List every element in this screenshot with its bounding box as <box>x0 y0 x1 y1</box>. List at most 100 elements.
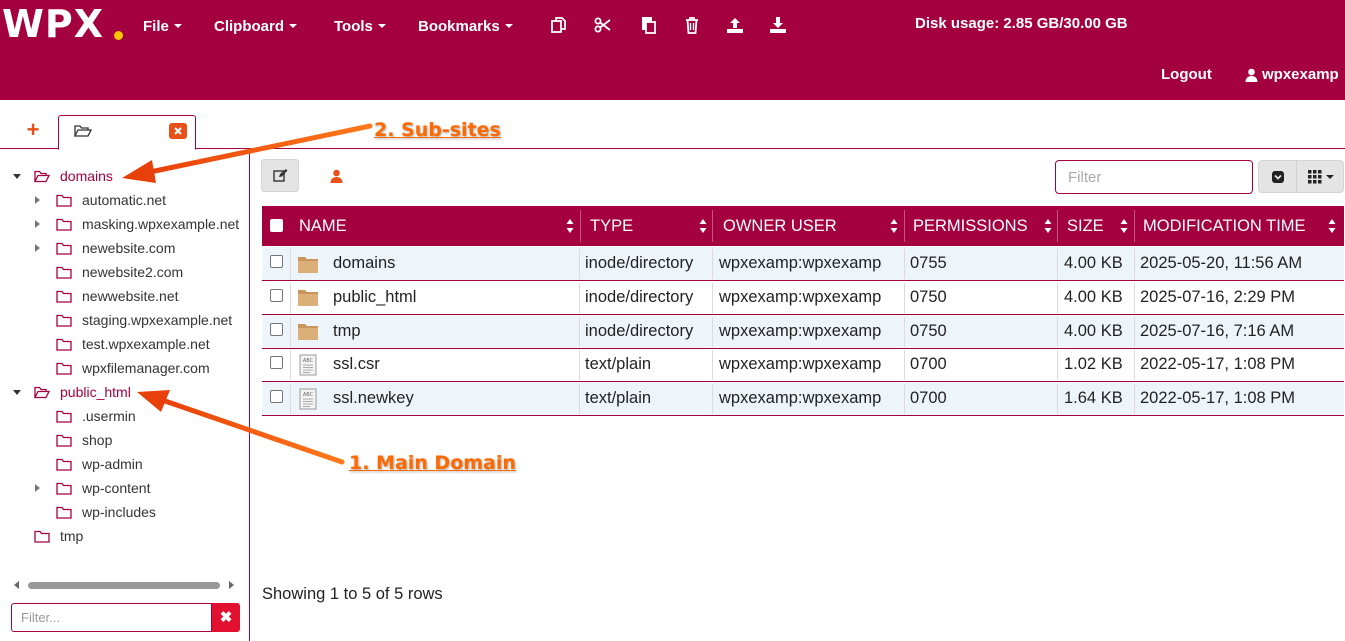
close-tab-button[interactable] <box>169 123 187 139</box>
tree-filter-input[interactable] <box>11 603 212 632</box>
tab-active[interactable] <box>58 115 196 150</box>
tree-item[interactable]: staging.wpxexample.net <box>56 310 232 330</box>
folder-icon <box>56 506 72 519</box>
sort-icon[interactable] <box>1120 218 1128 234</box>
sort-icon[interactable] <box>566 218 574 234</box>
tree-item[interactable]: public_html <box>34 382 131 402</box>
file-mtime-cell: 2025-07-16, 7:16 AM <box>1140 315 1294 348</box>
file-name-cell[interactable]: tmp <box>297 315 361 348</box>
tree-filter-clear-button[interactable]: ✖ <box>212 603 240 632</box>
tree-item[interactable]: masking.wpxexample.net <box>56 214 239 234</box>
upload-icon[interactable] <box>725 15 745 35</box>
file-permissions-cell: 0700 <box>910 348 947 381</box>
tree-item[interactable]: newebsite2.com <box>56 262 183 282</box>
file-name-cell[interactable]: domains <box>297 247 395 280</box>
tree-item[interactable]: newebsite.com <box>56 238 175 258</box>
table-row[interactable]: domains inode/directory wpxexamp:wpxexamp 0… <box>262 247 1344 281</box>
folder-icon <box>56 242 72 255</box>
toggle-view-icon[interactable] <box>1271 170 1285 184</box>
download-icon[interactable] <box>768 15 788 35</box>
tree-item[interactable]: domains <box>34 166 113 186</box>
file-type-cell: inode/directory <box>585 247 693 280</box>
file-type-cell: text/plain <box>585 382 651 415</box>
cell-divider <box>712 384 713 415</box>
sort-icon[interactable] <box>890 218 898 234</box>
row-checkbox[interactable] <box>270 255 283 268</box>
sort-icon[interactable] <box>1044 218 1052 234</box>
column-owner[interactable]: OWNER USER <box>723 206 837 246</box>
table-row[interactable]: public_html inode/directory wpxexamp:wpxex… <box>262 281 1344 315</box>
expand-toggle-icon[interactable] <box>35 220 40 228</box>
tree-horizontal-scrollbar[interactable] <box>14 580 234 590</box>
cut-icon[interactable] <box>593 15 613 35</box>
menu-clipboard[interactable]: Clipboard <box>214 15 297 37</box>
grid-view-icon[interactable] <box>1308 170 1322 184</box>
folder-icon <box>56 434 72 447</box>
collapse-toggle-icon[interactable] <box>13 390 21 395</box>
scroll-left-icon[interactable] <box>14 581 19 589</box>
column-type[interactable]: TYPE <box>590 206 633 246</box>
folder-icon <box>56 194 72 207</box>
tree-item[interactable]: wp-content <box>56 478 150 498</box>
sort-icon[interactable] <box>699 218 707 234</box>
column-divider <box>580 210 581 242</box>
logout-link[interactable]: Logout <box>1161 66 1212 83</box>
add-tab-button[interactable]: + <box>24 119 42 141</box>
column-size[interactable]: SIZE <box>1067 206 1104 246</box>
tree-item-label: newebsite2.com <box>82 264 184 280</box>
paste-icon[interactable] <box>638 15 658 35</box>
scroll-right-icon[interactable] <box>229 581 234 589</box>
menu-file[interactable]: File <box>143 15 182 37</box>
column-name[interactable]: NAME <box>299 206 347 246</box>
tree-item[interactable]: wp-includes <box>56 502 156 522</box>
expand-toggle-icon[interactable] <box>35 244 40 252</box>
table-filter-input[interactable] <box>1055 160 1253 194</box>
column-modification-time[interactable]: MODIFICATION TIME <box>1143 206 1306 246</box>
row-checkbox[interactable] <box>270 288 283 302</box>
wpx-logo[interactable]: WPX <box>2 2 104 46</box>
file-permissions-cell: 0700 <box>910 382 947 415</box>
select-all-checkbox[interactable] <box>270 219 283 232</box>
tree-item-label: automatic.net <box>82 192 167 208</box>
cell-divider <box>1134 316 1135 347</box>
row-checkbox[interactable] <box>270 322 283 336</box>
file-name-cell[interactable]: ABC ssl.csr <box>297 348 380 381</box>
tree-item[interactable]: automatic.net <box>56 190 166 210</box>
tree-item[interactable]: wpxfilemanager.com <box>56 358 210 378</box>
menu-bookmarks[interactable]: Bookmarks <box>418 15 513 37</box>
owner-button[interactable] <box>322 160 350 192</box>
file-name-cell[interactable]: ABC ssl.newkey <box>297 382 414 415</box>
table-row[interactable]: ABC ssl.csr text/plain wpxexamp:wpxexamp 070… <box>262 348 1344 383</box>
sort-icon[interactable] <box>1328 218 1336 234</box>
row-checkbox[interactable] <box>270 390 283 404</box>
column-divider <box>904 210 905 242</box>
tree-item-label: domains <box>60 168 113 184</box>
edit-button[interactable] <box>261 159 299 192</box>
expand-toggle-icon[interactable] <box>35 484 40 492</box>
row-checkbox[interactable] <box>270 356 283 370</box>
file-name: ssl.csr <box>333 355 380 374</box>
tree-item[interactable]: wp-admin <box>56 454 143 474</box>
button-divider <box>1296 161 1297 192</box>
tree-item[interactable]: tmp <box>34 526 83 546</box>
tree-item[interactable]: newwebsite.net <box>56 286 179 306</box>
file-name-cell[interactable]: public_html <box>297 281 416 314</box>
tree-item-label: test.wpxexample.net <box>82 336 210 352</box>
expand-toggle-icon[interactable] <box>35 196 40 204</box>
menu-tools[interactable]: Tools <box>334 15 386 37</box>
tree-item[interactable]: shop <box>56 430 112 450</box>
column-permissions[interactable]: PERMISSIONS <box>913 206 1028 246</box>
file-name: tmp <box>333 321 361 340</box>
text-file-icon: ABC <box>299 354 317 376</box>
user-menu[interactable]: wpxexamp <box>1245 66 1339 83</box>
table-row[interactable]: ABC ssl.newkey text/plain wpxexamp:wpxexamp… <box>262 382 1344 417</box>
trash-icon[interactable] <box>682 15 702 35</box>
tree-item[interactable]: .usermin <box>56 406 136 426</box>
svg-text:ABC: ABC <box>303 392 314 398</box>
table-row[interactable]: tmp inode/directory wpxexamp:wpxexamp 0750 4… <box>262 314 1344 349</box>
scrollbar-thumb[interactable] <box>28 582 220 589</box>
file-size-cell: 1.02 KB <box>1064 348 1123 381</box>
copy-icon[interactable] <box>549 15 569 35</box>
tree-item[interactable]: test.wpxexample.net <box>56 334 210 354</box>
collapse-toggle-icon[interactable] <box>13 174 21 179</box>
